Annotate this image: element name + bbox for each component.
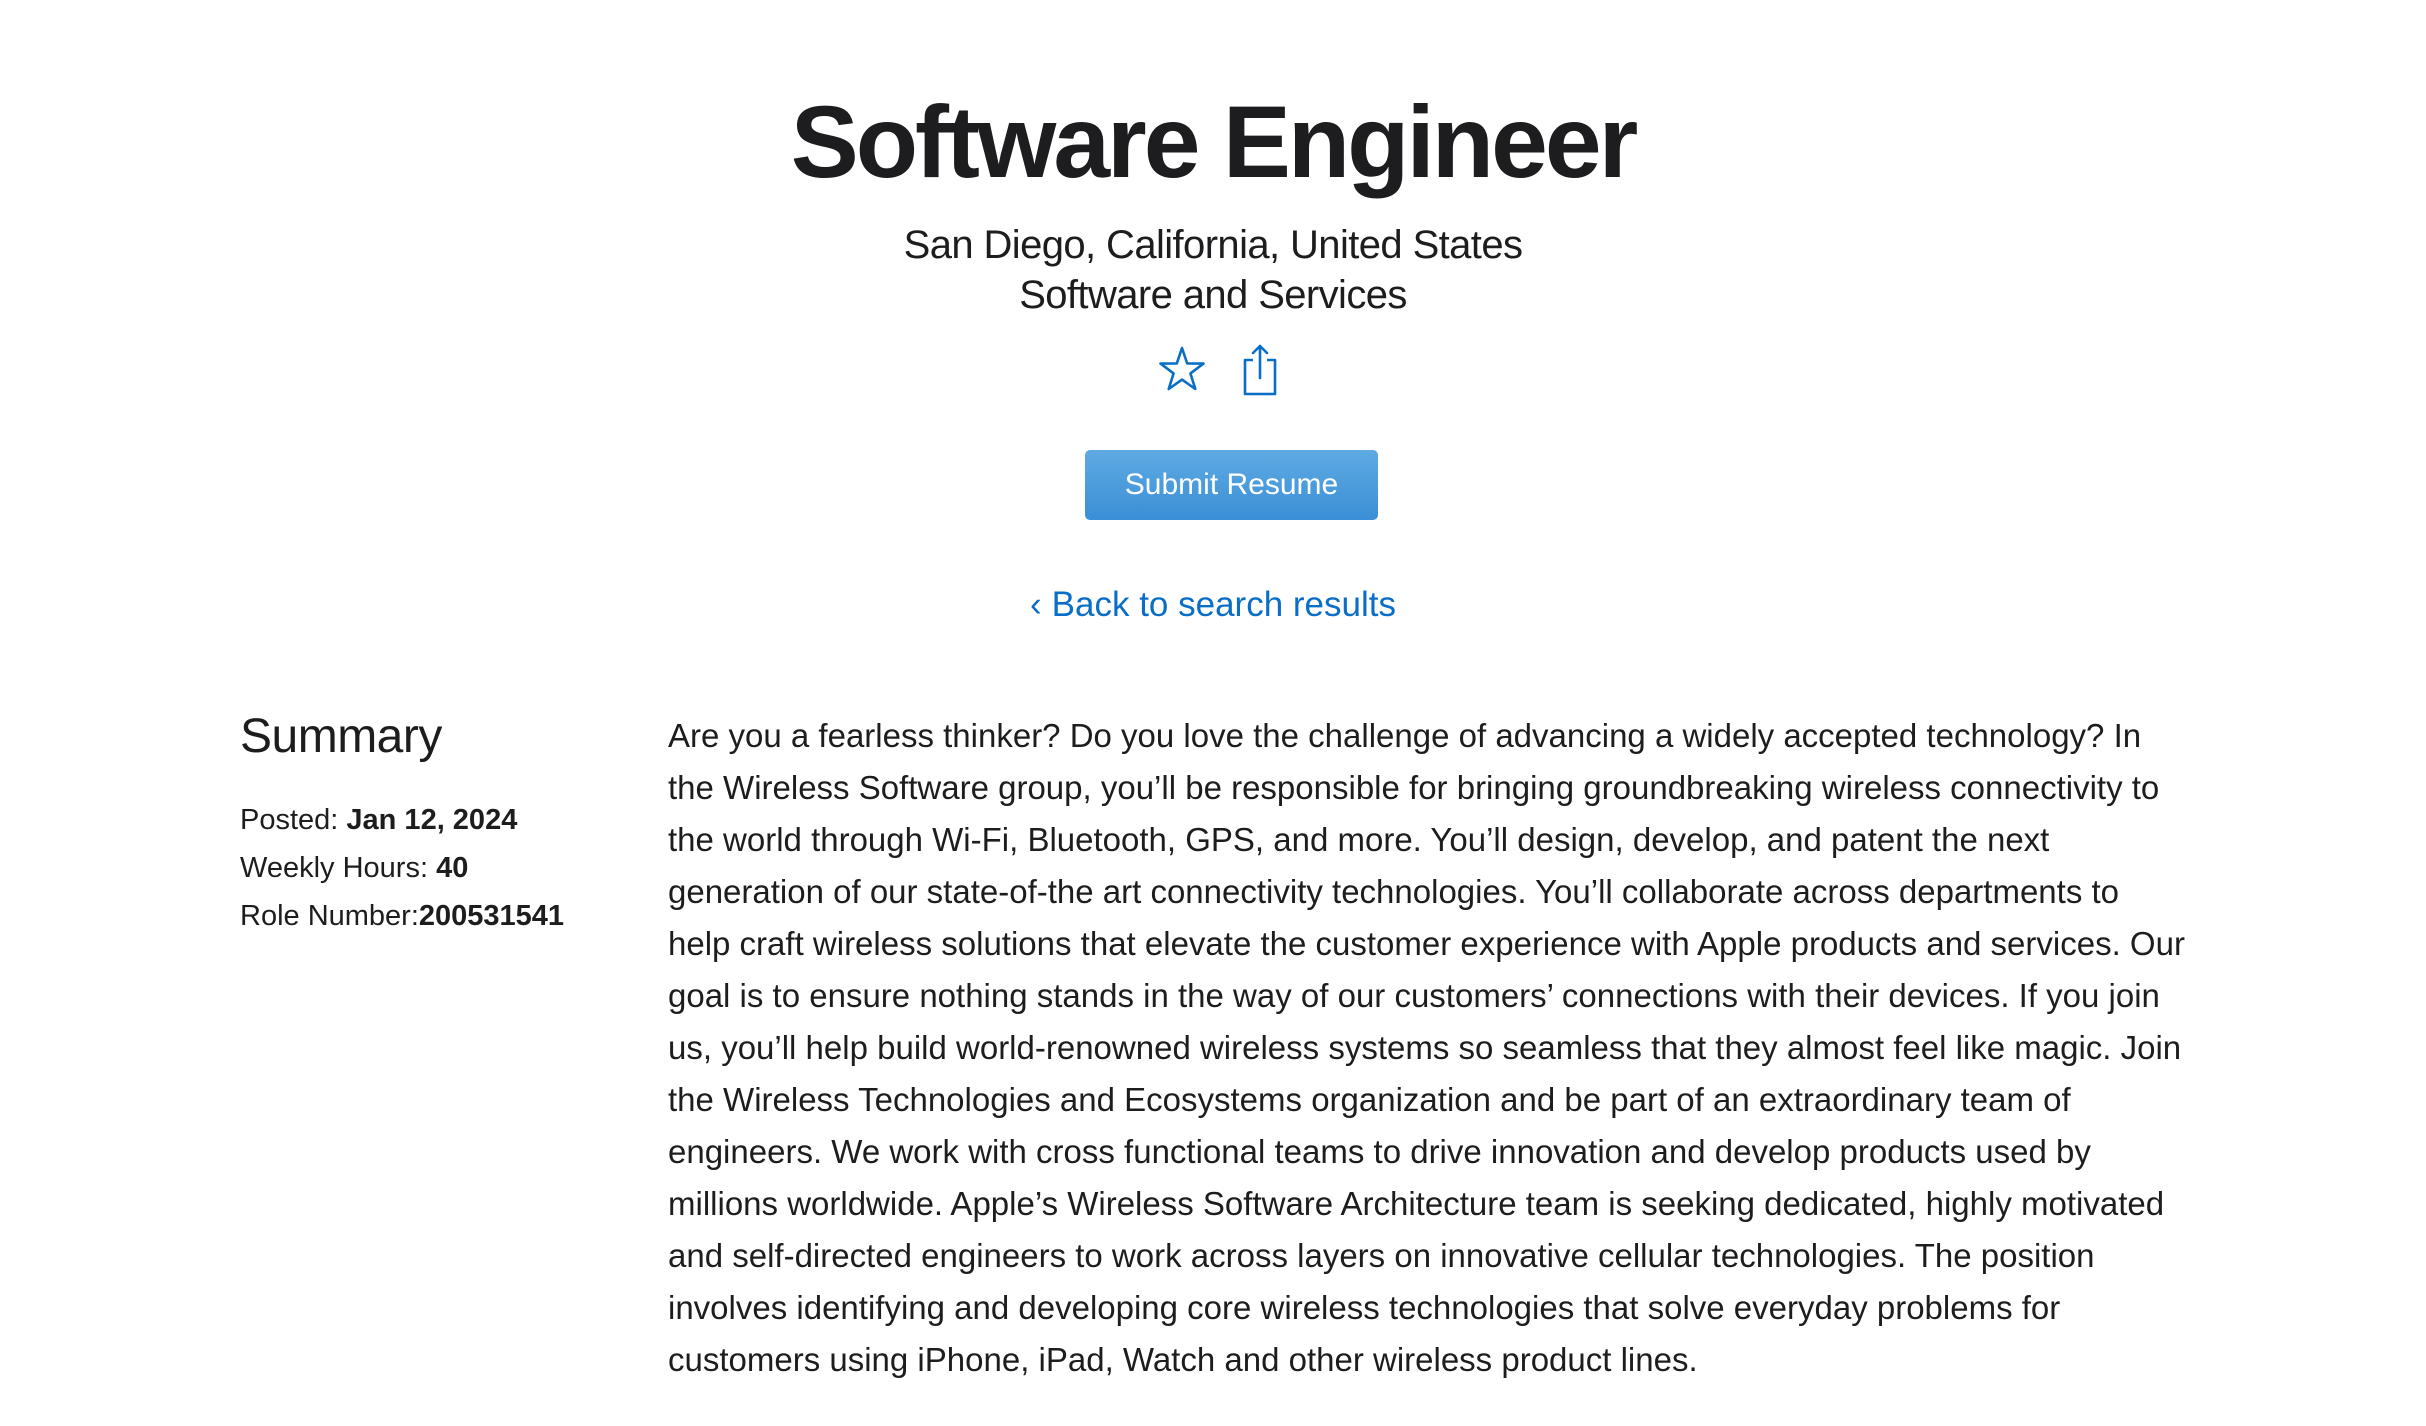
favorite-button[interactable] [1154, 342, 1210, 398]
job-location: San Diego, California, United States [903, 223, 1523, 267]
job-team: Software and Services [1019, 273, 1407, 317]
role-label: Role Number: [240, 900, 419, 932]
star-icon [1154, 342, 1210, 398]
job-detail-page: Software Engineer San Diego, California,… [0, 0, 2426, 1426]
share-icon [1232, 342, 1288, 398]
hours-value: 40 [436, 852, 469, 884]
submit-resume-button[interactable]: Submit Resume [1085, 450, 1378, 520]
job-meta-list: Posted: Jan 12, 2024 Weekly Hours: 40 Ro… [240, 796, 640, 940]
job-actions [1154, 342, 1294, 398]
job-title: Software Engineer [790, 85, 1639, 199]
posted-value: Jan 12, 2024 [346, 804, 518, 836]
back-link-label: Back to search results [1051, 585, 1396, 624]
summary-heading: Summary [240, 710, 442, 763]
chevron-left-icon: ‹ [1030, 585, 1042, 624]
summary-sidebar: Summary Posted: Jan 12, 2024 Weekly Hour… [240, 700, 640, 940]
role-value: 200531541 [418, 900, 565, 932]
posted-date: Posted: Jan 12, 2024 [240, 796, 640, 844]
weekly-hours: Weekly Hours: 40 [240, 844, 640, 892]
hours-label: Weekly Hours: [240, 852, 437, 884]
back-to-search-link[interactable]: ‹ Back to search results [0, 582, 2426, 628]
posted-label: Posted: [240, 804, 347, 836]
share-button[interactable] [1232, 342, 1288, 398]
job-description: Are you a fearless thinker? Do you love … [668, 717, 2185, 1378]
role-number: Role Number:200531541 [240, 892, 640, 940]
